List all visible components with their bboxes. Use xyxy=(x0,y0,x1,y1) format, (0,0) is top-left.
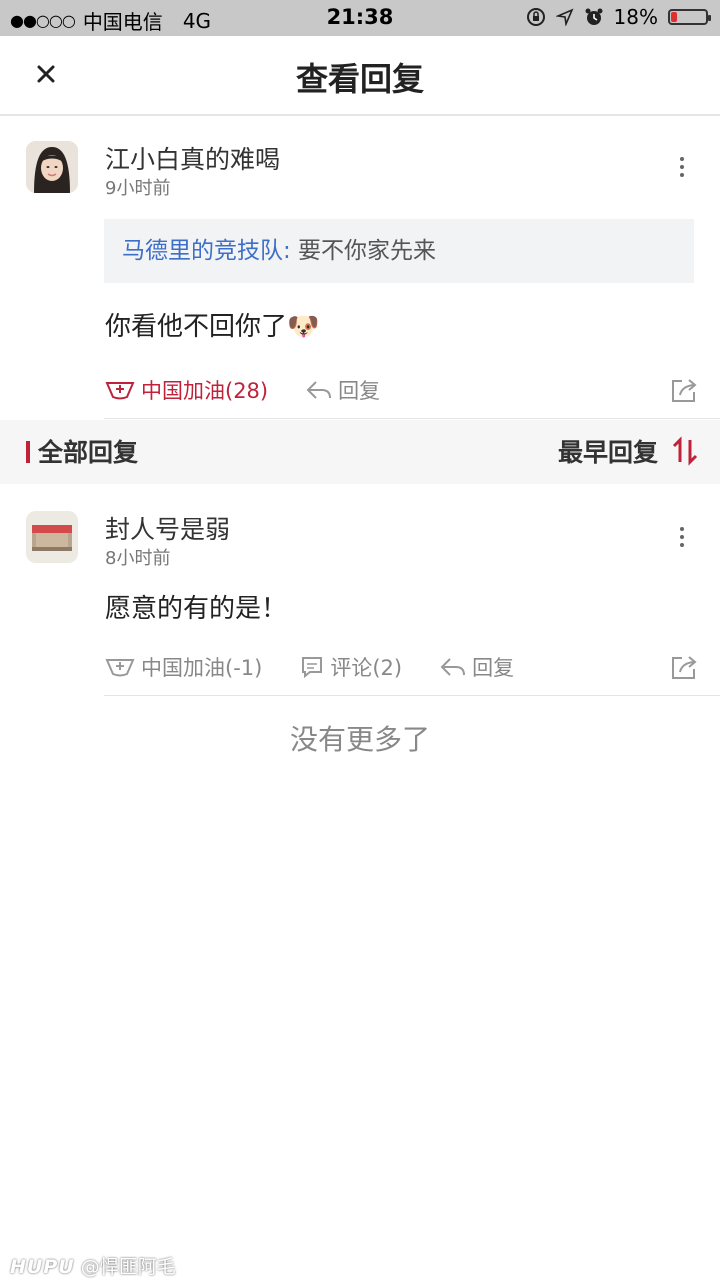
no-more-text: 没有更多了 xyxy=(289,723,430,756)
comment-label: 评论(2) xyxy=(330,656,403,680)
battery-percent: 18% xyxy=(613,5,658,29)
sort-icon[interactable] xyxy=(670,436,700,466)
like-label: 中国加油(-1) xyxy=(141,656,263,680)
sort-button[interactable]: 最早回复 xyxy=(558,433,658,469)
username[interactable]: 江小白真的难喝 xyxy=(105,140,280,176)
post-time: 8小时前 xyxy=(105,548,171,569)
comment-icon xyxy=(302,657,323,679)
avatar[interactable] xyxy=(26,511,78,563)
reply-label: 回复 xyxy=(472,656,515,680)
divider xyxy=(104,418,720,419)
like-button[interactable]: 中国加油(-1) xyxy=(105,652,262,682)
navigation-bar: 查看回复 xyxy=(0,36,720,116)
reply-label: 回复 xyxy=(338,379,381,403)
cheer-icon xyxy=(105,659,135,677)
alarm-icon xyxy=(585,8,603,25)
watermark-logo: HUPU xyxy=(10,1256,75,1278)
watermark: HUPU @悍匪阿毛 xyxy=(10,1252,176,1279)
battery-icon xyxy=(668,9,711,25)
reply-button[interactable]: 回复 xyxy=(440,652,514,682)
more-options-button[interactable] xyxy=(672,152,692,182)
share-icon[interactable] xyxy=(670,654,698,680)
section-accent-bar xyxy=(26,441,30,463)
more-options-button[interactable] xyxy=(672,522,692,552)
avatar-image xyxy=(26,141,78,193)
reply-icon xyxy=(440,658,466,676)
share-icon[interactable] xyxy=(670,377,698,403)
page-title: 查看回复 xyxy=(295,60,424,98)
post-actions: 中国加油(28) 回复 xyxy=(105,375,380,405)
post-content: 你看他不回你了🐶 xyxy=(105,312,320,342)
post-time: 9小时前 xyxy=(105,178,171,199)
avatar[interactable] xyxy=(26,141,78,193)
battery-fill xyxy=(671,12,677,22)
reply-content: 愿意的有的是！ xyxy=(105,594,288,624)
divider xyxy=(104,695,720,696)
replies-section-header: 全部回复 最早回复 xyxy=(0,420,720,484)
cheer-icon xyxy=(105,382,135,400)
section-title: 全部回复 xyxy=(38,438,139,467)
location-icon xyxy=(555,8,574,26)
reply-icon xyxy=(306,381,332,399)
quoted-reply: 马德里的竞技队: 要不你家先来 xyxy=(104,219,694,283)
status-right: 18% xyxy=(526,5,711,29)
watermark-handle: @悍匪阿毛 xyxy=(80,1256,176,1278)
like-button[interactable]: 中国加油(28) xyxy=(105,375,268,405)
rotation-lock-icon xyxy=(526,8,545,26)
status-bar: ●●○○○ 中国电信 4G 21:38 18% xyxy=(0,0,720,36)
comment-button[interactable]: 评论(2) xyxy=(300,652,402,682)
reply-actions: 中国加油(-1) 评论(2) 回复 xyxy=(105,652,514,682)
quoted-username[interactable]: 马德里的竞技队: xyxy=(122,238,291,264)
quoted-text: 要不你家先来 xyxy=(290,238,437,264)
like-label: 中国加油(28) xyxy=(141,379,269,403)
username[interactable]: 封人号是弱 xyxy=(105,510,230,546)
avatar-image xyxy=(26,511,78,563)
reply-button[interactable]: 回复 xyxy=(306,375,380,405)
